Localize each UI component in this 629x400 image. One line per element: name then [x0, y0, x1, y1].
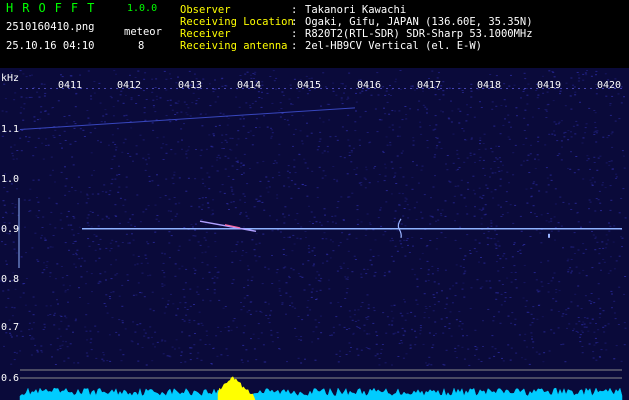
x-tick-label: 0412 — [117, 80, 142, 91]
observer-key: Observer — [180, 4, 231, 16]
grid-dot — [20, 88, 22, 89]
spectrogram — [0, 68, 629, 400]
grid-dot — [86, 88, 88, 89]
grid-dot — [278, 88, 280, 89]
y-tick-label: 0.8 — [1, 274, 20, 285]
date-time: 25.10.16 04:10 — [6, 40, 95, 52]
grid-dot — [410, 88, 412, 89]
separator: : — [291, 28, 298, 40]
grid-dot — [506, 88, 508, 89]
grid-dot — [470, 88, 472, 89]
grid-dot — [512, 88, 514, 89]
grid-dot — [92, 88, 94, 89]
grid-dot — [26, 88, 28, 89]
y-tick-label: 0.6 — [1, 373, 20, 384]
y-tick-label: 0.9 — [1, 224, 20, 235]
grid-dot — [578, 88, 580, 89]
grid-dot — [170, 88, 172, 89]
grid-dot — [224, 88, 226, 89]
x-tick-label: 0418 — [477, 80, 502, 91]
grid-dot — [584, 88, 586, 89]
grid-dot — [266, 88, 268, 89]
separator: : — [291, 40, 298, 52]
antenna-key: Receiving antenna — [180, 40, 288, 52]
grid-dot — [566, 88, 568, 89]
grid-dot — [164, 88, 166, 89]
grid-dot — [590, 88, 592, 89]
grid-dot — [146, 88, 148, 89]
grid-dot — [350, 88, 352, 89]
y-tick-label: 1.0 — [1, 174, 20, 185]
grid-dot — [452, 88, 454, 89]
grid-dot — [338, 88, 340, 89]
x-tick-label: 0417 — [417, 80, 442, 91]
observer-value: Takanori Kawachi — [305, 4, 407, 16]
grid-dot — [158, 88, 160, 89]
grid-dot — [218, 88, 220, 89]
file-name: 2510160410.png — [6, 21, 95, 33]
grid-dot — [50, 88, 52, 89]
location-key: Receiving Location — [180, 16, 294, 28]
meteor-echo — [548, 233, 550, 238]
grid-dot — [464, 88, 466, 89]
spectrogram-canvas — [0, 68, 629, 400]
grid-dot — [332, 88, 334, 89]
grid-dot — [212, 88, 214, 89]
spectrogram-background — [0, 68, 629, 400]
grid-dot — [518, 88, 520, 89]
grid-dot — [404, 88, 406, 89]
grid-dot — [98, 88, 100, 89]
x-tick-label: 0420 — [597, 80, 622, 91]
grid-dot — [392, 88, 394, 89]
x-tick-label: 0419 — [537, 80, 562, 91]
grid-dot — [326, 88, 328, 89]
grid-dot — [446, 88, 448, 89]
x-tick-label: 0415 — [297, 80, 322, 91]
y-tick-label: 0.7 — [1, 322, 20, 333]
grid-dot — [110, 88, 112, 89]
grid-dot — [272, 88, 274, 89]
grid-dot — [524, 88, 526, 89]
grid-dot — [398, 88, 400, 89]
location-value: Ogaki, Gifu, JAPAN (136.60E, 35.35N) — [305, 16, 533, 28]
grid-dot — [344, 88, 346, 89]
header: HROFFT 1.0.0 2510160410.png 25.10.16 04:… — [0, 0, 629, 68]
meteor-count: 8 — [138, 40, 145, 52]
grid-dot — [290, 88, 292, 89]
grid-dot — [572, 88, 574, 89]
receiver-key: Receiver — [180, 28, 231, 40]
x-tick-label: 0414 — [237, 80, 262, 91]
grid-dot — [206, 88, 208, 89]
antenna-value: 2el-HB9CV Vertical (el. E-W) — [305, 40, 483, 52]
x-tick-label: 0413 — [178, 80, 203, 91]
separator: : — [291, 16, 298, 28]
x-tick-label: 0411 — [58, 80, 83, 91]
app-version: 1.0.0 — [127, 3, 158, 14]
y-tick-label: 1.1 — [1, 124, 20, 135]
grid-dot — [458, 88, 460, 89]
app-name: HROFFT — [6, 1, 104, 15]
grid-dot — [230, 88, 232, 89]
grid-dot — [152, 88, 154, 89]
separator: : — [291, 4, 298, 16]
grid-dot — [44, 88, 46, 89]
receiver-value: R820T2(RTL-SDR) SDR-Sharp 53.1000MHz — [305, 28, 533, 40]
y-axis-unit: kHz — [1, 73, 20, 84]
grid-dot — [284, 88, 286, 89]
grid-dot — [104, 88, 106, 89]
grid-dot — [386, 88, 388, 89]
meteor-label: meteor — [124, 26, 162, 38]
grid-dot — [32, 88, 34, 89]
grid-dot — [530, 88, 532, 89]
x-tick-label: 0416 — [357, 80, 382, 91]
grid-dot — [38, 88, 40, 89]
